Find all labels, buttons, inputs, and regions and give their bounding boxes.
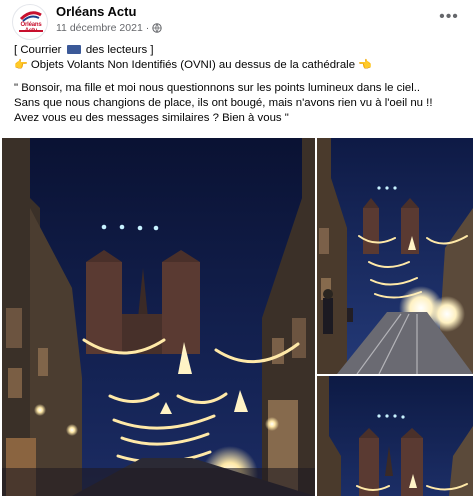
page-avatar[interactable]: Orléans Actu	[12, 4, 48, 40]
post-text-line-2: 👉 Objets Volants Non Identifiés (OVNI) a…	[14, 58, 464, 73]
post-text: [ Courrier des lecteurs ] 👉 Objets Volan…	[14, 43, 464, 126]
post-text-lecteurs: des lecteurs ]	[85, 44, 154, 56]
post-text-courrier: [ Courrier	[14, 44, 62, 56]
meta-separator: ·	[145, 22, 150, 34]
photo-street-perspective[interactable]	[317, 138, 473, 374]
page-name-link[interactable]: Orléans Actu	[56, 4, 136, 19]
post-text-line-1: [ Courrier des lecteurs ]	[14, 43, 464, 58]
post-text-line-4: Sans que nous changions de place, ils on…	[14, 97, 433, 109]
post-text-line-5: Avez vous eu des messages similaires ? B…	[14, 112, 289, 124]
post-text-line-3: " Bonsoir, ma fille et moi nous question…	[14, 82, 421, 94]
mailbox-icon	[66, 45, 81, 54]
facebook-post: Orléans Actu Orléans Actu 11 décembre 20…	[0, 0, 473, 496]
pointing-left-icon: 👈	[358, 59, 372, 71]
post-date[interactable]: 11 décembre 2021	[56, 22, 143, 34]
more-options-icon: •••	[439, 8, 459, 25]
pointing-right-icon: 👉	[14, 59, 28, 71]
post-header: Orléans Actu Orléans Actu 11 décembre 20…	[0, 0, 473, 40]
photo-cathedral-closeup[interactable]	[317, 376, 473, 496]
post-meta: 11 décembre 2021 ·	[56, 22, 162, 34]
photo-main-cathedral-street[interactable]	[2, 138, 315, 496]
avatar-logo-text: Orléans Actu	[20, 22, 42, 34]
post-text-ovni-title: Objets Volants Non Identifiés (OVNI) au …	[27, 59, 359, 71]
globe-icon	[152, 23, 162, 33]
photo-grid	[0, 138, 473, 496]
more-options-button[interactable]: •••	[437, 8, 461, 26]
